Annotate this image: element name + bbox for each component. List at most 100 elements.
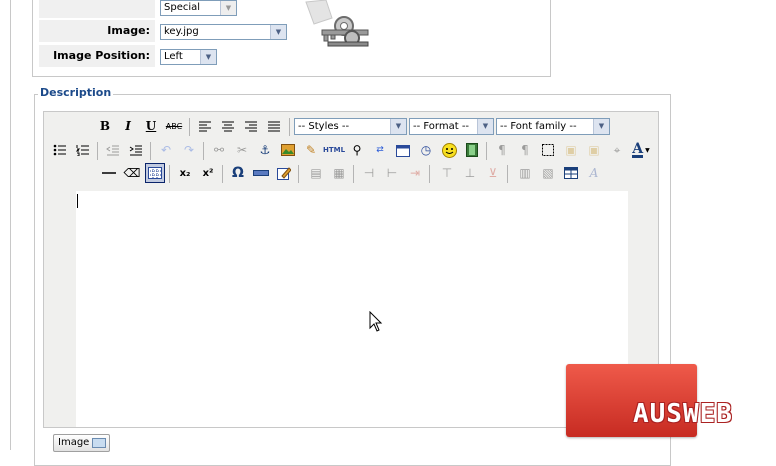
chevron-down-icon: ▼	[645, 146, 650, 154]
italic-button[interactable]: I	[118, 116, 138, 136]
clock-icon: ◷	[420, 143, 432, 157]
html-source-button[interactable]: HTML	[323, 140, 345, 160]
rtl-button[interactable]: ¶	[515, 140, 535, 160]
absolute-position-button[interactable]: ⌖	[607, 140, 627, 160]
chevron-down-icon: ▼	[220, 1, 236, 15]
find-button[interactable]: ⚲	[347, 140, 367, 160]
toolbar-separator	[169, 165, 170, 183]
move-forward-button[interactable]: ▣	[561, 140, 581, 160]
grid-icon	[148, 167, 162, 179]
cleanup-button[interactable]: ✎	[301, 140, 321, 160]
watermark-text: AUSWEB	[633, 399, 733, 429]
emoticons-button[interactable]	[439, 140, 459, 160]
numbered-list-button[interactable]	[73, 140, 93, 160]
image-button[interactable]: Image	[53, 434, 110, 452]
layer-icon	[542, 144, 554, 156]
special-select[interactable]: Special ▼	[160, 0, 237, 16]
format-select-value: -- Format --	[413, 121, 470, 132]
insert-row-after-button[interactable]: ⊥	[460, 163, 480, 183]
undo-icon: ↶	[160, 143, 172, 157]
toolbar-separator	[298, 165, 299, 183]
image-label: Image:	[39, 20, 155, 42]
align-justify-icon	[268, 121, 280, 132]
align-right-icon	[245, 121, 257, 132]
image-icon	[281, 144, 295, 156]
toolbar-separator	[150, 142, 151, 160]
superscript-button[interactable]: x²	[198, 163, 218, 183]
eraser-icon: ⌫	[123, 166, 141, 180]
bold-button[interactable]: B	[95, 116, 115, 136]
image-select[interactable]: key.jpg ▼	[160, 24, 287, 40]
unlink-button[interactable]: ✂	[232, 140, 252, 160]
picture-icon	[92, 438, 106, 448]
insert-link-button[interactable]: ⚯	[209, 140, 229, 160]
split-cells-button[interactable]: ▧	[538, 163, 558, 183]
subscript-button[interactable]: x₂	[175, 163, 195, 183]
chevron-down-icon: ▼	[477, 119, 493, 134]
image-position-label: Image Position:	[39, 45, 155, 67]
insert-time-button[interactable]: ◷	[416, 140, 436, 160]
horizontal-rule-icon	[102, 172, 116, 174]
bullet-list-icon	[53, 144, 66, 156]
move-backward-button[interactable]: ▣	[584, 140, 604, 160]
indent-button[interactable]	[126, 140, 146, 160]
merge-cells-button[interactable]: ▥	[515, 163, 535, 183]
align-center-button[interactable]	[218, 116, 238, 136]
toolbar-separator	[507, 165, 508, 183]
align-center-icon	[222, 121, 234, 132]
delete-row-button[interactable]: ⊻	[483, 163, 503, 183]
align-left-icon	[199, 121, 211, 132]
insert-table-button[interactable]	[561, 163, 581, 183]
font-family-select[interactable]: -- Font family -- ▼	[496, 118, 610, 135]
strikethrough-button[interactable]: ABC	[164, 116, 184, 136]
insert-date-button[interactable]	[393, 140, 413, 160]
image-button-label: Image	[58, 437, 90, 448]
align-left-button[interactable]	[195, 116, 215, 136]
link-icon: ⚯	[213, 143, 225, 157]
underline-button[interactable]: U	[141, 116, 161, 136]
subscript-icon: x₂	[179, 167, 191, 179]
align-right-button[interactable]	[241, 116, 261, 136]
visual-aid-button[interactable]	[145, 163, 165, 183]
insert-layer-button[interactable]	[538, 140, 558, 160]
remove-format-button[interactable]: ⌫	[122, 163, 142, 183]
styles-select[interactable]: -- Styles -- ▼	[294, 118, 407, 135]
redo-button[interactable]: ↷	[179, 140, 199, 160]
special-label-cell	[39, 0, 155, 18]
toolbar-separator	[486, 142, 487, 160]
table-row-props-button[interactable]: ▤	[306, 163, 326, 183]
insert-row-before-button[interactable]: ⊤	[437, 163, 457, 183]
table-cell-props-button[interactable]: ▦	[329, 163, 349, 183]
delete-col-button[interactable]: ⇥	[405, 163, 425, 183]
special-char-button[interactable]: Ω	[228, 163, 248, 183]
horizontal-rule-button[interactable]	[99, 163, 119, 183]
anchor-button[interactable]: ⚓	[255, 140, 275, 160]
toolbar-row-2: ↶ ↷ ⚯ ✂ ⚓ ✎ HTML ⚲ ⇄ ◷ ¶ ¶ ▣ ▣ ⌖ A ▼	[44, 140, 658, 162]
font-color-button[interactable]: A ▼	[628, 140, 654, 160]
align-justify-button[interactable]	[264, 116, 284, 136]
table-row-icon: ▤	[310, 166, 322, 180]
insert-media-button[interactable]	[462, 140, 482, 160]
insert-col-after-button[interactable]: ⊢	[382, 163, 402, 183]
numbered-list-icon	[76, 145, 89, 156]
outdent-button[interactable]	[103, 140, 123, 160]
image-select-value: key.jpg	[164, 26, 199, 37]
undo-button[interactable]: ↶	[156, 140, 176, 160]
ltr-button[interactable]: ¶	[492, 140, 512, 160]
image-position-select[interactable]: Left ▼	[160, 49, 217, 65]
bullet-list-button[interactable]	[50, 140, 70, 160]
col-before-icon: ⊣	[363, 166, 375, 180]
unlink-icon: ✂	[236, 143, 248, 157]
replace-button[interactable]: ⇄	[370, 140, 390, 160]
style-props-button[interactable]: A	[584, 163, 604, 183]
description-legend: Description	[38, 86, 114, 99]
insert-image-button[interactable]	[278, 140, 298, 160]
format-select[interactable]: -- Format -- ▼	[409, 118, 494, 135]
insert-separator-button[interactable]	[251, 163, 271, 183]
font-color-icon: A	[632, 140, 644, 158]
insert-col-before-button[interactable]: ⊣	[359, 163, 379, 183]
edit-attributes-button[interactable]	[274, 163, 294, 183]
table-icon	[564, 167, 578, 179]
col-after-icon: ⊢	[386, 166, 398, 180]
editor-content-area[interactable]	[76, 191, 628, 427]
